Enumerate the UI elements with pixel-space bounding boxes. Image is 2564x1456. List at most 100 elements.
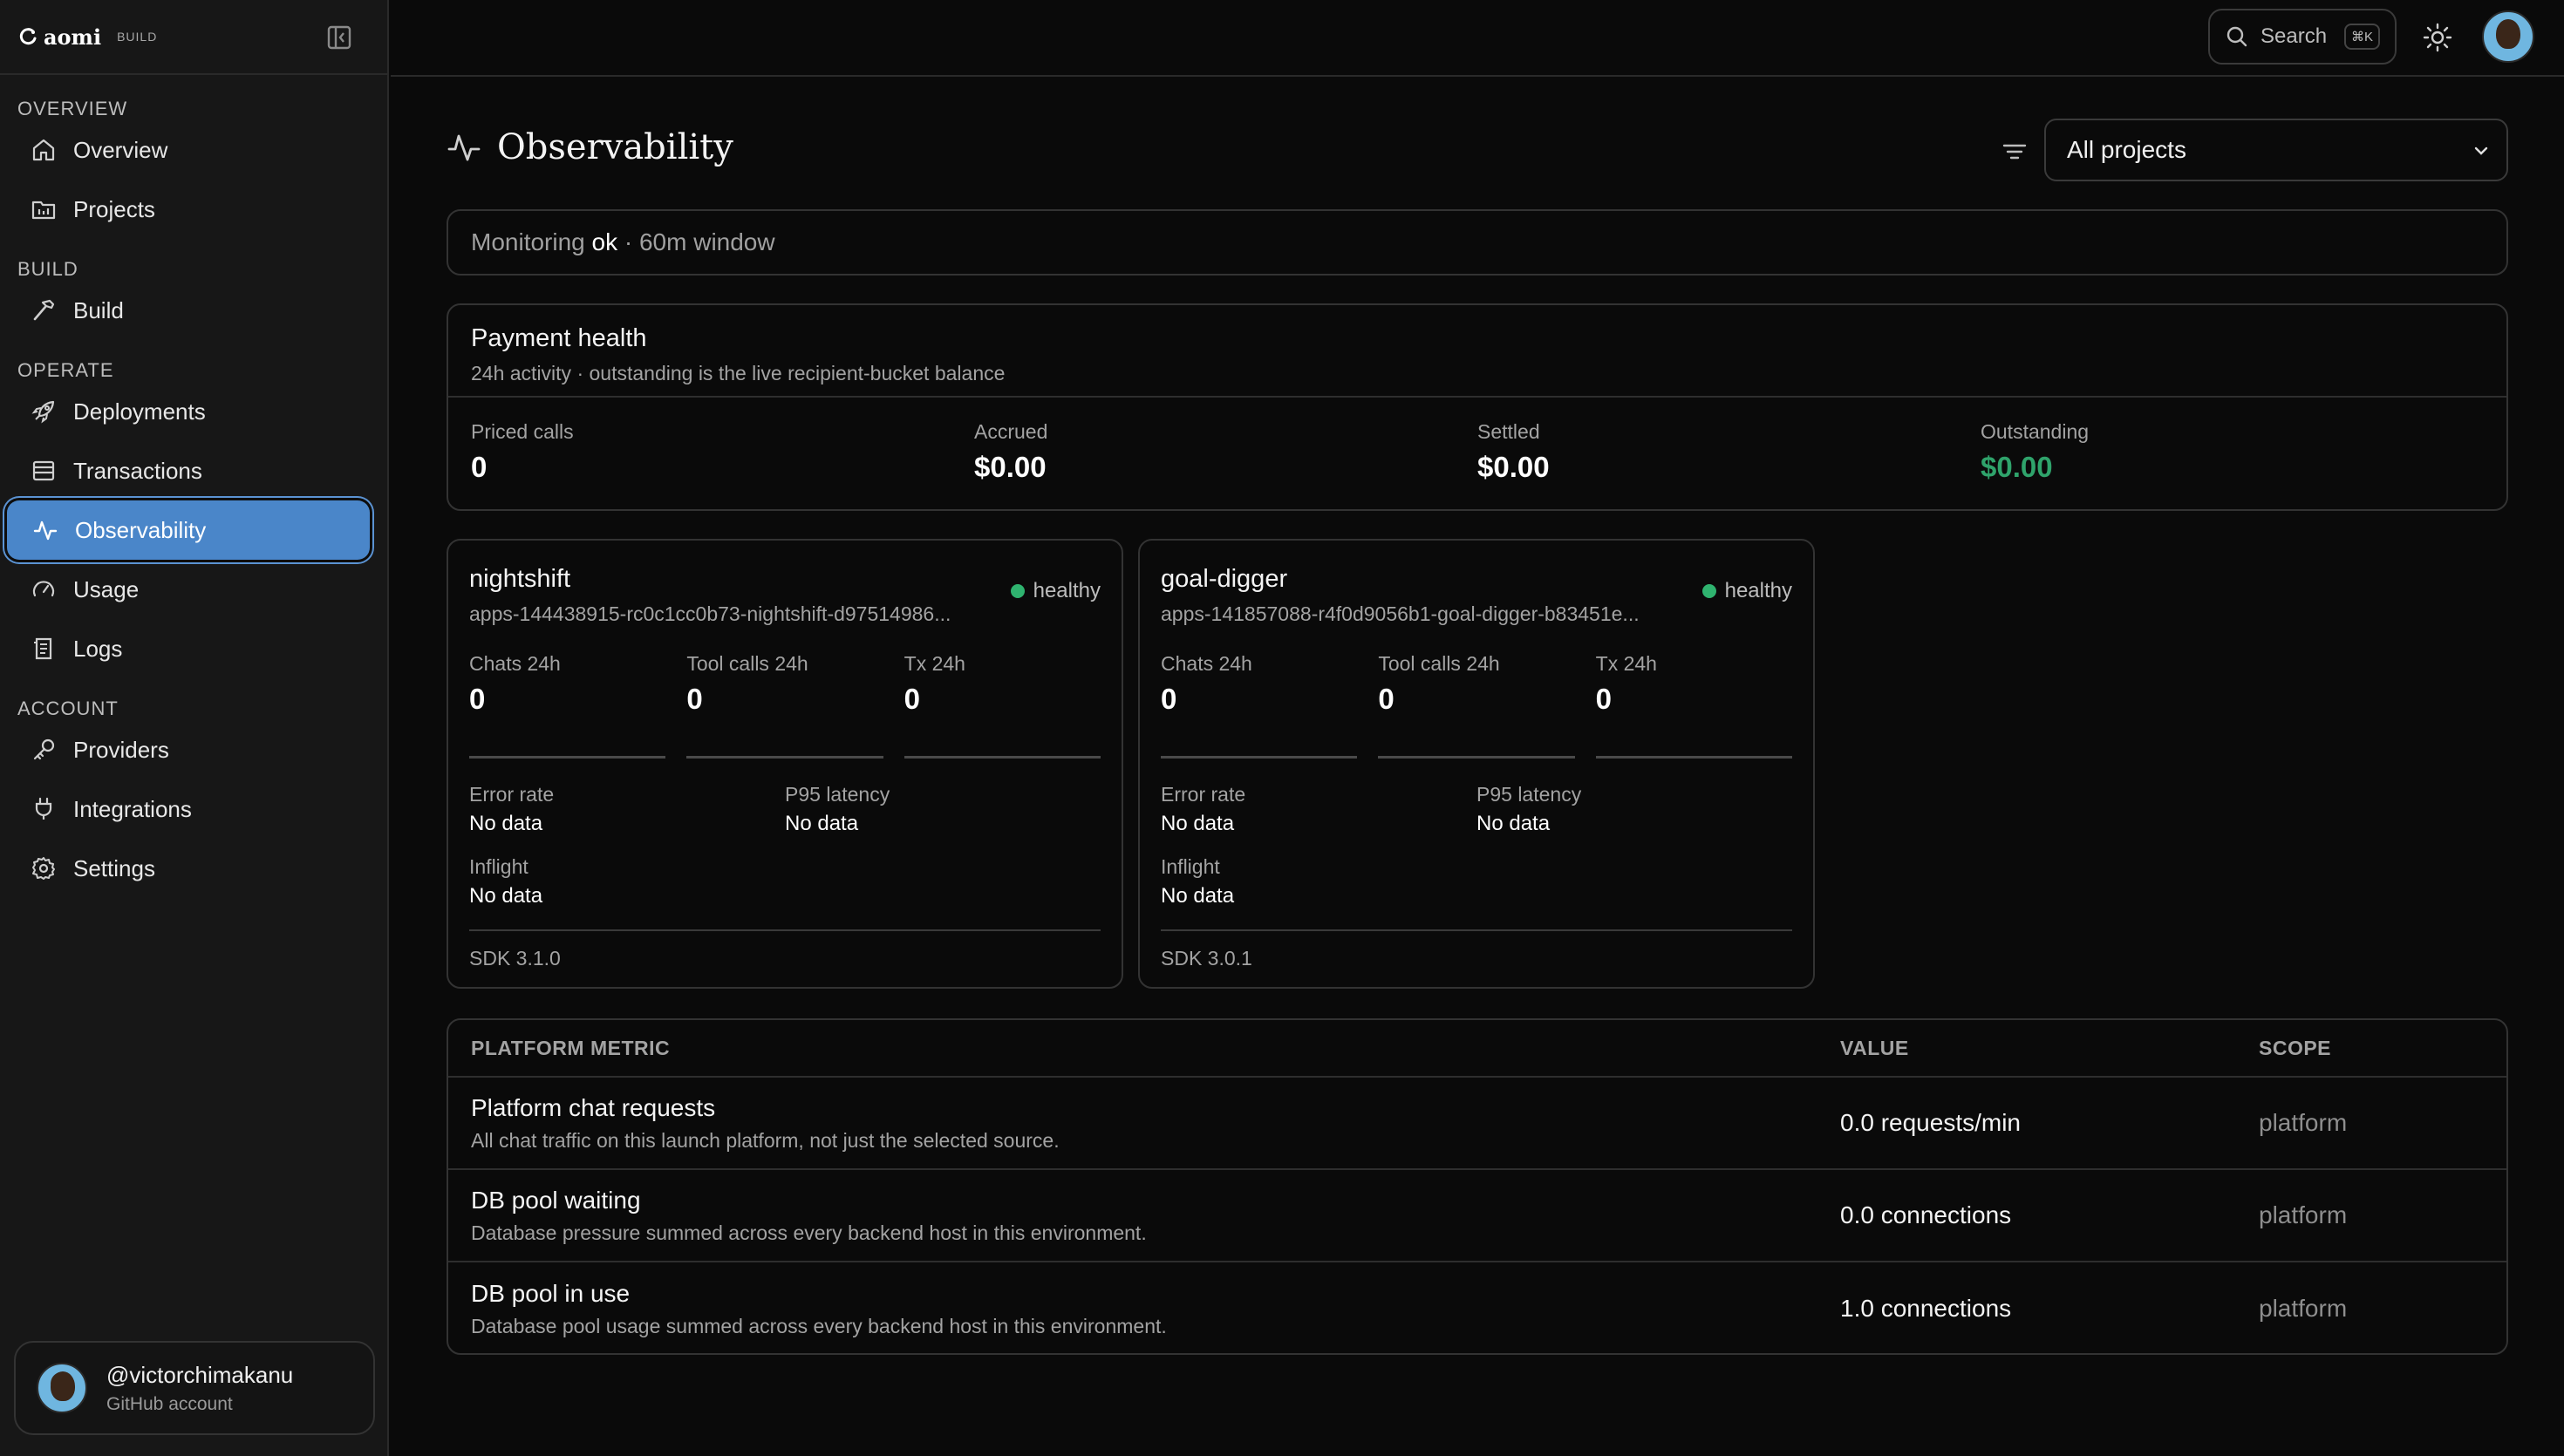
sdk-version: SDK 3.1.0 (469, 947, 561, 970)
metric-label: P95 latency (1476, 783, 1582, 806)
sidebar-item-label: Logs (73, 635, 123, 662)
metric-value: 0 (1595, 683, 1613, 715)
plug-icon (30, 795, 58, 823)
sidebar-item-providers[interactable]: Providers (5, 720, 380, 779)
gauge-icon (30, 575, 58, 603)
filter-button[interactable] (2001, 138, 2029, 166)
stat-label: Accrued (974, 420, 1048, 443)
hammer-icon (30, 296, 58, 324)
sidebar-item-label: Integrations (73, 795, 192, 822)
home-icon (30, 136, 58, 164)
payment-health-header: Payment health 24h activity · outstandin… (448, 305, 2506, 398)
metric-value: No data (1161, 884, 1235, 908)
metric-error-rate: Error rate No data (1161, 783, 1476, 836)
nav-section-account: ACCOUNT Providers Integrations Settings (0, 689, 387, 898)
sidebar-item-overview[interactable]: Overview (5, 120, 380, 180)
page-title-text: Observability (497, 127, 733, 167)
metric-description: All chat traffic on this launch platform… (471, 1128, 1060, 1152)
chevron-down-icon (2474, 146, 2488, 155)
metric-value: 0 (686, 683, 703, 715)
receipt-icon (30, 457, 58, 485)
sidebar-item-label: Usage (73, 575, 140, 602)
project-filter-value: All projects (2067, 136, 2186, 163)
page-title: Observability (447, 127, 733, 167)
nav-heading: OVERVIEW (17, 98, 128, 119)
sidebar-item-deployments[interactable]: Deployments (5, 382, 380, 441)
nav-heading: OPERATE (17, 359, 114, 381)
metric-chats: Chats 24h 0 (1161, 652, 1358, 759)
project-filter-select[interactable]: All projects (2044, 119, 2508, 181)
app-card-header: goal-digger apps-141857088-r4f0d9056b1-g… (1161, 565, 1792, 626)
metric-value: 0 (904, 683, 921, 715)
metric-label: P95 latency (785, 783, 890, 806)
metric-label: Inflight (469, 855, 528, 878)
status-badge: healthy (1010, 579, 1101, 603)
column-header-scope: SCOPE (2259, 1036, 2332, 1059)
metric-inflight: Inflight No data (1161, 855, 1792, 931)
sidebar-item-settings[interactable]: Settings (5, 839, 380, 898)
metric-inflight: Inflight No data (469, 855, 1101, 931)
metric-scope: platform (2259, 1201, 2348, 1228)
account-handle: @victorchimakanu (106, 1361, 294, 1388)
stat-value: 0 (471, 451, 488, 483)
metric-tx: Tx 24h 0 (1595, 652, 1792, 759)
app-name: nightshift (469, 565, 571, 593)
sidebar-item-logs[interactable]: Logs (5, 619, 380, 678)
platform-metrics-table: PLATFORM METRIC VALUE SCOPE Platform cha… (447, 1018, 2508, 1355)
stat-settled: Settled $0.00 (1477, 420, 1981, 484)
metric-p95-latency: P95 latency No data (1476, 783, 1792, 836)
app-id: apps-141857088-r4f0d9056b1-goal-digger-b… (1161, 602, 1640, 625)
metric-label: Tool calls 24h (686, 652, 808, 675)
sidebar-item-usage[interactable]: Usage (5, 560, 380, 619)
sidebar-item-build[interactable]: Build (5, 281, 380, 340)
metric-description: Database pressure summed across every ba… (471, 1221, 1147, 1244)
app-card-nightshift[interactable]: nightshift apps-144438915-rc0c1cc0b73-ni… (447, 539, 1123, 989)
sidebar-item-label: Overview (73, 136, 168, 163)
metric-value: 0 (1161, 683, 1177, 715)
metric-label: Chats 24h (469, 652, 561, 675)
table-header: PLATFORM METRIC VALUE SCOPE (448, 1020, 2506, 1078)
app-card-goal-digger[interactable]: goal-digger apps-141857088-r4f0d9056b1-g… (1138, 539, 1815, 989)
metric-scope: platform (2259, 1295, 2348, 1322)
metric-value: No data (785, 812, 859, 835)
stat-value: $0.00 (1981, 451, 2053, 483)
app-metrics: Chats 24h 0 Tool calls 24h 0 Tx 24h 0 (1161, 652, 1792, 759)
nav-section-build: BUILD Build (0, 249, 387, 340)
sidebar-item-observability[interactable]: Observability (7, 500, 370, 560)
collapse-sidebar-button[interactable] (326, 24, 352, 51)
gear-icon (30, 854, 58, 882)
column-header-value: VALUE (1840, 1036, 1909, 1059)
metric-cell: DB pool waiting Database pressure summed… (448, 1187, 1840, 1245)
sidebar-item-transactions[interactable]: Transactions (5, 441, 380, 500)
sidebar-item-integrations[interactable]: Integrations (5, 779, 380, 839)
metric-label: Error rate (1161, 783, 1246, 806)
monitoring-window: · 60m window (617, 228, 775, 255)
metric-name: Platform chat requests (471, 1093, 716, 1121)
brand-logo[interactable]: aomi (19, 24, 101, 50)
status-dot (1010, 584, 1025, 598)
nav-section-overview: OVERVIEW Overview Projects (0, 89, 387, 239)
user-avatar-button[interactable] (2482, 10, 2534, 63)
metric-description: Database pool usage summed across every … (471, 1314, 1167, 1337)
search-button[interactable]: Search ⌘K (2208, 9, 2397, 65)
sidebar-item-label: Observability (75, 516, 207, 543)
theme-toggle-button[interactable] (2423, 23, 2452, 52)
app-id: apps-144438915-rc0c1cc0b73-nightshift-d9… (469, 602, 951, 625)
metric-tx: Tx 24h 0 (904, 652, 1101, 759)
logs-icon (30, 635, 58, 663)
brand-name: aomi (44, 24, 102, 50)
sun-icon (2423, 23, 2452, 52)
metric-error-rate: Error rate No data (469, 783, 785, 836)
sidebar-item-projects[interactable]: Projects (5, 180, 380, 239)
metric-p95-latency: P95 latency No data (785, 783, 1101, 836)
account-card[interactable]: @victorchimakanu GitHub account (14, 1341, 375, 1435)
metric-tool-calls: Tool calls 24h 0 (1378, 652, 1575, 759)
app-name: goal-digger (1161, 565, 1288, 593)
sidebar-item-label: Transactions (73, 457, 202, 484)
metric-cell: DB pool in use Database pool usage summe… (448, 1280, 1840, 1338)
stat-label: Outstanding (1981, 420, 2090, 443)
nav-heading: ACCOUNT (17, 697, 119, 719)
sidebar-item-label: Providers (73, 736, 169, 763)
metric-label: Inflight (1161, 855, 1220, 878)
account-subtitle: GitHub account (106, 1393, 233, 1414)
